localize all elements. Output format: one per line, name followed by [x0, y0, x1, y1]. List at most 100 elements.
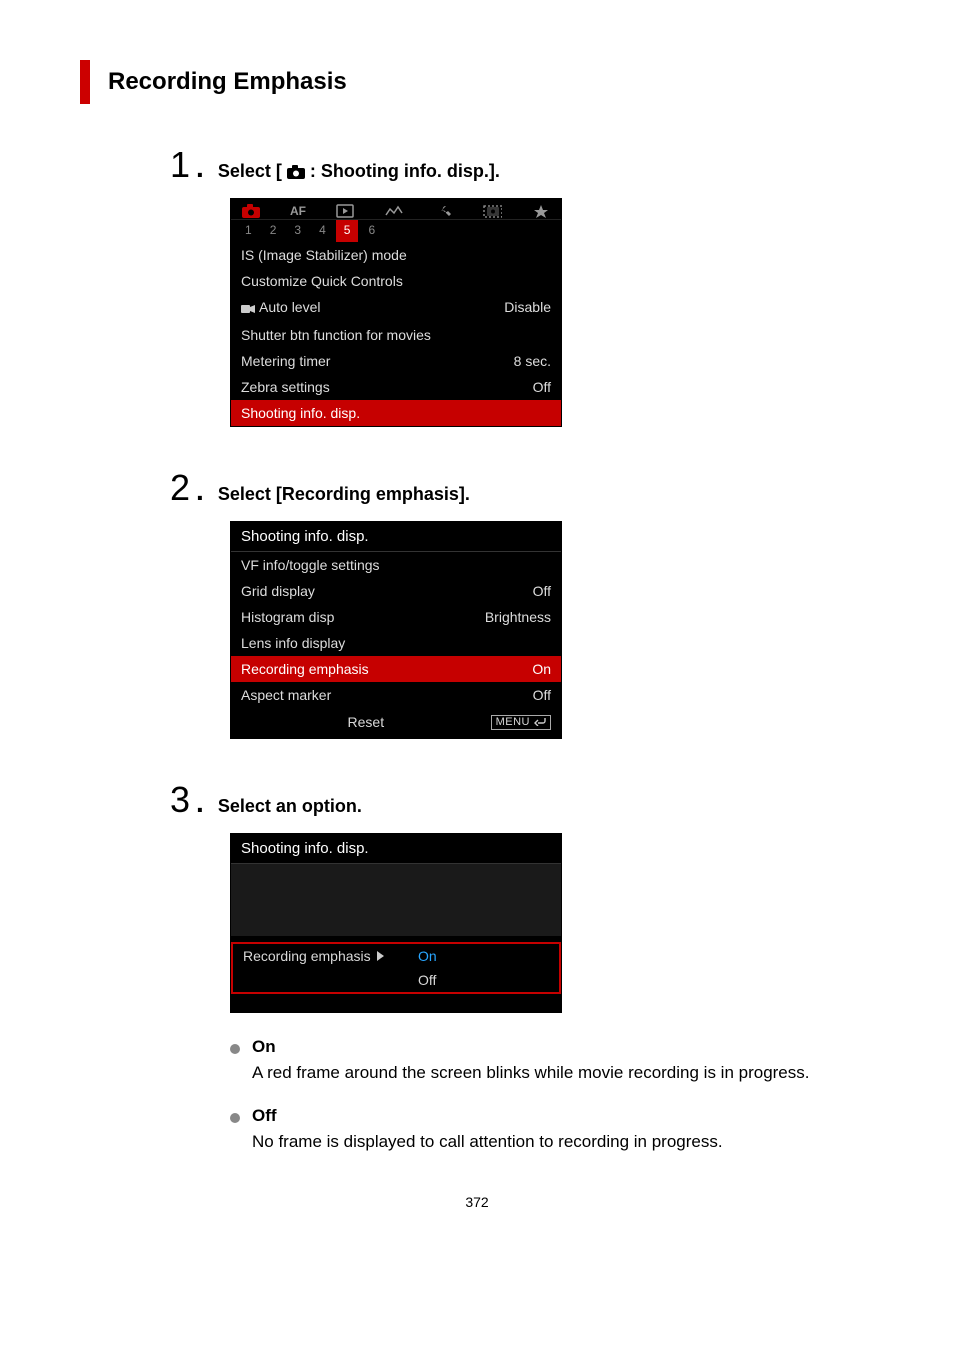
bullet-body: Off No frame is displayed to call attent…	[252, 1106, 854, 1155]
item-value: Brightness	[485, 609, 551, 625]
menu2-item-lens-info[interactable]: Lens info display	[231, 630, 561, 656]
tab-setup-icon[interactable]	[433, 203, 453, 219]
step-number-dot: .	[196, 787, 204, 819]
step-number: 1	[170, 144, 190, 186]
menu2-header: Shooting info. disp.	[231, 522, 561, 552]
bullet-body: On A red frame around the screen blinks …	[252, 1037, 854, 1086]
step-text: Select an option.	[218, 796, 362, 817]
camera-menu-1: AF	[230, 198, 562, 427]
bullet-icon	[230, 1113, 240, 1123]
menu1-item-is-mode[interactable]: IS (Image Stabilizer) mode	[231, 242, 561, 268]
menu1-item-zebra[interactable]: Zebra settings Off	[231, 374, 561, 400]
bullet-desc: No frame is displayed to call attention …	[252, 1130, 854, 1155]
tab-playback-icon[interactable]	[335, 203, 355, 219]
step-number-dot: .	[196, 152, 204, 184]
item-label: Shutter btn function for movies	[241, 327, 431, 343]
step-head: 2 . Select [Recording emphasis].	[170, 467, 854, 509]
top-tabs[interactable]: AF	[231, 199, 561, 220]
menu3-header: Shooting info. disp.	[231, 834, 561, 864]
menu3-row-on[interactable]: Recording emphasis On	[233, 944, 559, 968]
menu-back-button[interactable]: MENU	[491, 715, 551, 730]
step-text-pre: Select [	[218, 161, 282, 181]
camera-menu-3: Shooting info. disp. Recording emphasis …	[230, 833, 562, 1013]
camera-icon	[287, 163, 305, 184]
step-text: Select [Recording emphasis].	[218, 484, 470, 505]
subtab-6[interactable]: 6	[360, 220, 383, 242]
tab-camera-icon[interactable]	[241, 203, 261, 219]
subtab-1[interactable]: 1	[237, 220, 260, 242]
item-value: 8 sec.	[514, 353, 551, 369]
subtab-row[interactable]: 1 2 3 4 5 6	[231, 220, 561, 242]
menu2-item-aspect-marker[interactable]: Aspect marker Off	[231, 682, 561, 708]
menu2-item-grid-display[interactable]: Grid display Off	[231, 578, 561, 604]
option-off[interactable]: Off	[418, 972, 436, 988]
steps: 1 . Select [ : Shooting info. disp.].	[170, 144, 854, 1154]
menu2-item-histogram[interactable]: Histogram disp Brightness	[231, 604, 561, 630]
step-head: 1 . Select [ : Shooting info. disp.].	[170, 144, 854, 186]
menu1-item-auto-level[interactable]: Auto level Disable	[231, 294, 561, 322]
item-label: Zebra settings	[241, 379, 330, 395]
setting-label: Recording emphasis	[243, 948, 418, 964]
item-label: Grid display	[241, 583, 315, 599]
bullet-off: Off No frame is displayed to call attent…	[230, 1106, 854, 1155]
movie-icon	[241, 301, 255, 317]
menu3-row-off[interactable]: Off	[233, 968, 559, 992]
step-3: 3 . Select an option. Shooting info. dis…	[170, 779, 854, 1154]
accent-bar	[80, 60, 90, 104]
subtab-5[interactable]: 5	[336, 220, 359, 242]
item-label: Histogram disp	[241, 609, 334, 625]
item-label: Aspect marker	[241, 687, 331, 703]
camera-menu-2: Shooting info. disp. VF info/toggle sett…	[230, 521, 562, 739]
tab-mymenu-icon[interactable]	[531, 203, 551, 219]
page: Recording Emphasis 1 . Select [ : Sho	[0, 0, 954, 1250]
step-number: 2	[170, 467, 190, 509]
menu2-item-recording-emphasis[interactable]: Recording emphasis On	[231, 656, 561, 682]
step-text-post: : Shooting info. disp.].	[310, 161, 500, 181]
tab-custom-icon[interactable]	[482, 203, 502, 219]
page-title: Recording Emphasis	[108, 68, 347, 96]
menu3-options-frame: Recording emphasis On Off	[231, 942, 561, 994]
item-value: Off	[533, 379, 551, 395]
item-label: Customize Quick Controls	[241, 273, 403, 289]
item-value: Off	[533, 583, 551, 599]
subtab-2[interactable]: 2	[262, 220, 285, 242]
return-icon	[534, 716, 546, 729]
bullet-title: On	[252, 1037, 854, 1057]
reset-button[interactable]: Reset	[241, 714, 491, 730]
item-label: Recording emphasis	[241, 661, 369, 677]
menu1-item-metering-timer[interactable]: Metering timer 8 sec.	[231, 348, 561, 374]
bullet-on: On A red frame around the screen blinks …	[230, 1037, 854, 1086]
menu3-option-area: Recording emphasis On Off	[231, 864, 561, 1012]
step-2: 2 . Select [Recording emphasis]. Shootin…	[170, 467, 854, 739]
tab-network-icon[interactable]	[384, 203, 404, 219]
menu1-item-customize-quick[interactable]: Customize Quick Controls	[231, 268, 561, 294]
step-text: Select [ : Shooting info. disp.].	[218, 161, 500, 184]
menu3-blank	[231, 864, 561, 936]
item-label: IS (Image Stabilizer) mode	[241, 247, 407, 263]
menu-label: MENU	[496, 716, 530, 728]
subtab-4[interactable]: 4	[311, 220, 334, 242]
menu1-item-shooting-info-disp[interactable]: Shooting info. disp.	[231, 400, 561, 426]
item-label: Metering timer	[241, 353, 330, 369]
item-value: On	[532, 661, 551, 677]
item-label: VF info/toggle settings	[241, 557, 380, 573]
step-head: 3 . Select an option.	[170, 779, 854, 821]
step-number: 3	[170, 779, 190, 821]
bullet-icon	[230, 1044, 240, 1054]
tab-af-icon[interactable]: AF	[290, 203, 306, 219]
option-on[interactable]: On	[418, 948, 437, 964]
item-label: Lens info display	[241, 635, 345, 651]
item-value: Off	[533, 687, 551, 703]
option-descriptions: On A red frame around the screen blinks …	[230, 1037, 854, 1154]
item-value: Disable	[504, 299, 551, 317]
menu1-item-shutter-btn[interactable]: Shutter btn function for movies	[231, 322, 561, 348]
bullet-desc: A red frame around the screen blinks whi…	[252, 1061, 854, 1086]
item-label: Auto level	[241, 299, 320, 317]
page-title-row: Recording Emphasis	[80, 60, 894, 104]
subtab-3[interactable]: 3	[286, 220, 309, 242]
step-number-dot: .	[196, 475, 204, 507]
menu3-spacer	[231, 994, 561, 1012]
setting-label-empty	[243, 972, 418, 988]
menu2-item-vf-info[interactable]: VF info/toggle settings	[231, 552, 561, 578]
item-label: Shooting info. disp.	[241, 405, 360, 421]
